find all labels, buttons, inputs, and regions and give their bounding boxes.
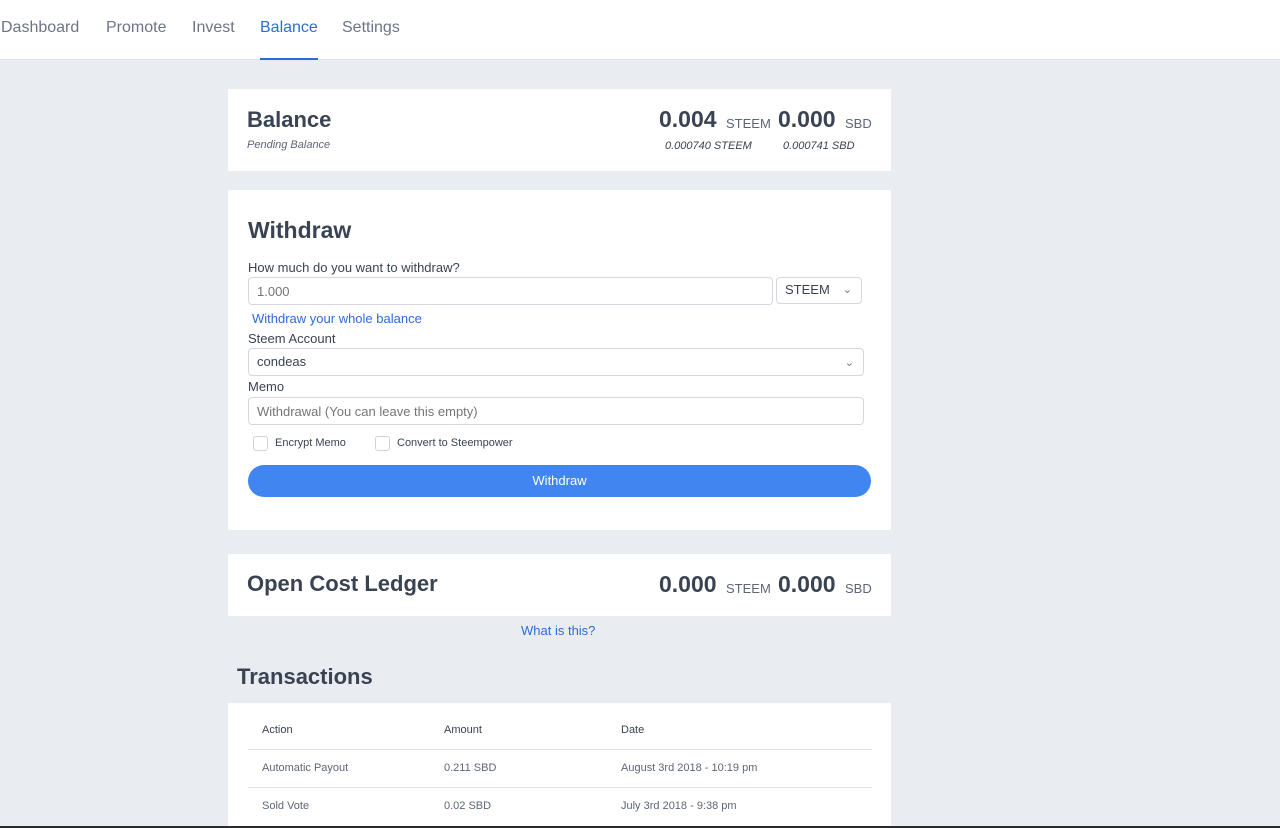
steem-account-select[interactable]: condeas ⌄ xyxy=(248,348,864,376)
column-header-amount: Amount xyxy=(444,724,482,736)
balance-card: Balance Pending Balance 0.004 STEEM 0.00… xyxy=(228,89,891,171)
tab-balance[interactable]: Balance xyxy=(260,0,318,60)
row-action: Sold Vote xyxy=(262,800,310,812)
memo-input[interactable] xyxy=(248,397,864,425)
steem-account-value: condeas xyxy=(257,354,307,369)
what-is-this-link[interactable]: What is this? xyxy=(521,623,595,638)
transactions-title: Transactions xyxy=(237,664,373,689)
tab-settings[interactable]: Settings xyxy=(342,0,400,60)
row-amount: 0.211 SBD xyxy=(444,762,497,774)
encrypt-memo-checkbox[interactable] xyxy=(253,436,268,451)
chevron-down-icon: ⌄ xyxy=(842,284,852,296)
transactions-table: Action Amount Date Automatic Payout 0.21… xyxy=(228,703,891,828)
steem-pending-amount: 0.000740 STEEM xyxy=(665,140,752,152)
sbd-balance-amount: 0.000 xyxy=(778,106,836,132)
steem-balance-unit: STEEM xyxy=(726,116,771,131)
chevron-down-icon: ⌄ xyxy=(844,357,854,369)
steem-balance-amount: 0.004 xyxy=(659,106,717,132)
memo-label: Memo xyxy=(248,379,285,394)
steem-account-label: Steem Account xyxy=(248,331,336,346)
row-amount: 0.02 SBD xyxy=(444,800,492,812)
withdraw-whole-balance-link[interactable]: Withdraw your whole balance xyxy=(252,311,422,326)
withdraw-button[interactable]: Withdraw xyxy=(248,465,871,497)
amount-label: How much do you want to withdraw? xyxy=(248,260,460,275)
column-header-date: Date xyxy=(621,724,645,736)
withdraw-card: Withdraw How much do you want to withdra… xyxy=(228,190,891,530)
sbd-balance-unit: SBD xyxy=(845,116,872,131)
withdraw-title: Withdraw xyxy=(248,217,352,243)
currency-select-value: STEEM xyxy=(785,282,830,297)
currency-select[interactable]: STEEM ⌄ xyxy=(776,277,862,304)
tab-promote[interactable]: Promote xyxy=(106,0,166,60)
ledger-sbd-amount: 0.000 xyxy=(778,571,836,597)
row-divider xyxy=(248,787,872,788)
tab-dashboard[interactable]: Dashboard xyxy=(1,0,79,60)
ledger-steem-amount: 0.000 xyxy=(659,571,717,597)
balance-title: Balance xyxy=(247,107,332,132)
ledger-steem-unit: STEEM xyxy=(726,581,771,596)
header-divider xyxy=(248,749,872,750)
amount-input[interactable] xyxy=(248,277,773,305)
column-header-action: Action xyxy=(262,724,293,736)
ledger-title: Open Cost Ledger xyxy=(247,571,438,596)
pending-balance-label: Pending Balance xyxy=(247,139,331,151)
ledger-sbd-unit: SBD xyxy=(845,581,872,596)
convert-steempower-label: Convert to Steempower xyxy=(397,437,513,449)
tab-invest[interactable]: Invest xyxy=(192,0,235,60)
row-action: Automatic Payout xyxy=(262,762,349,774)
encrypt-memo-label: Encrypt Memo xyxy=(275,437,346,449)
convert-steempower-checkbox[interactable] xyxy=(375,436,390,451)
row-date: August 3rd 2018 - 10:19 pm xyxy=(621,762,758,774)
open-cost-ledger-card: Open Cost Ledger 0.000 STEEM 0.000 SBD xyxy=(228,554,891,616)
top-nav: Dashboard Promote Invest Balance Setting… xyxy=(0,0,1280,60)
row-date: July 3rd 2018 - 9:38 pm xyxy=(621,800,737,812)
sbd-pending-amount: 0.000741 SBD xyxy=(783,140,855,152)
